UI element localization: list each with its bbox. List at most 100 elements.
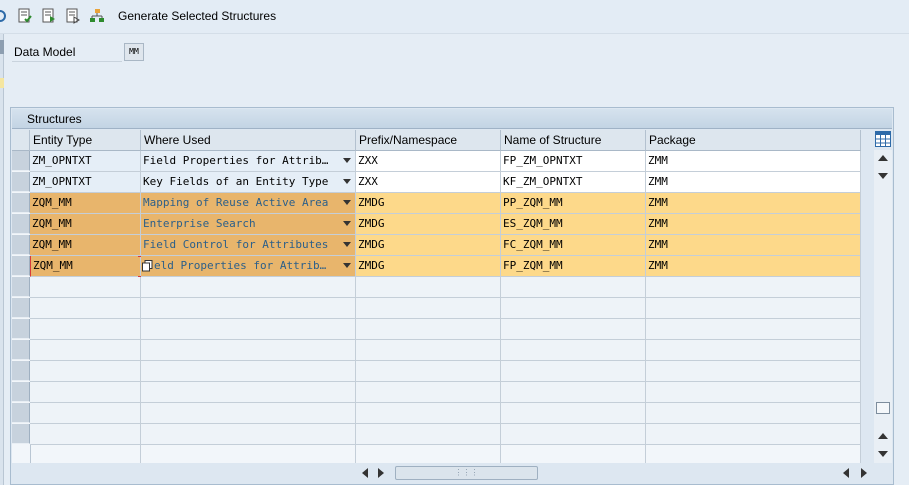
empty-cell[interactable] [646, 298, 861, 319]
row-selector[interactable] [12, 277, 30, 297]
empty-cell[interactable] [141, 361, 356, 382]
row-selector[interactable] [12, 298, 30, 318]
empty-cell[interactable] [501, 361, 646, 382]
empty-cell[interactable] [30, 319, 141, 340]
copy-icon[interactable] [142, 260, 153, 272]
row-selector[interactable] [12, 214, 30, 234]
empty-cell[interactable] [356, 340, 501, 361]
row-selector[interactable] [12, 256, 30, 276]
empty-cell[interactable] [501, 403, 646, 424]
scroll-end-right-icon[interactable] [861, 468, 867, 478]
vertical-scrollbar[interactable] [874, 150, 892, 463]
row-selector[interactable] [12, 319, 30, 339]
empty-cell[interactable] [141, 277, 356, 298]
package-cell[interactable]: ZMM [646, 172, 861, 193]
empty-cell[interactable] [646, 277, 861, 298]
entity-type-cell[interactable]: ZQM_MM [30, 214, 141, 235]
column-header-name-of-structure[interactable]: Name of Structure [501, 130, 646, 151]
scroll-page-up-icon[interactable] [878, 433, 888, 439]
empty-cell[interactable] [501, 298, 646, 319]
column-header-where-used[interactable]: Where Used [141, 130, 356, 151]
empty-cell[interactable] [356, 382, 501, 403]
entity-type-cell[interactable]: ZQM_MM [30, 193, 141, 214]
empty-cell[interactable] [141, 403, 356, 424]
hierarchy-icon[interactable] [89, 8, 105, 24]
column-header-prefix-namespace[interactable]: Prefix/Namespace [356, 130, 501, 151]
structure-name-cell[interactable]: PP_ZQM_MM [501, 193, 646, 214]
empty-cell[interactable] [356, 319, 501, 340]
prefix-cell[interactable]: ZMDG [356, 256, 501, 277]
scroll-page-down-icon[interactable] [878, 451, 888, 457]
row-selector[interactable] [12, 340, 30, 360]
row-selector[interactable] [12, 172, 30, 192]
check-document-icon[interactable] [17, 8, 33, 24]
empty-cell[interactable] [30, 277, 141, 298]
horizontal-scroll-thumb[interactable]: ⋮⋮⋮ [395, 466, 538, 480]
scroll-right-icon[interactable] [378, 468, 384, 478]
structure-name-cell[interactable]: FP_ZM_OPNTXT [501, 151, 646, 172]
empty-cell[interactable] [30, 361, 141, 382]
select-all-corner[interactable] [12, 130, 30, 151]
empty-cell[interactable] [646, 319, 861, 340]
dropdown-arrow-icon[interactable] [343, 200, 351, 205]
column-header-entity-type[interactable]: Entity Type [30, 130, 141, 151]
package-cell[interactable]: ZMM [646, 193, 861, 214]
entity-type-cell[interactable]: ZM_OPNTXT [30, 172, 141, 193]
empty-cell[interactable] [30, 403, 141, 424]
empty-cell[interactable] [141, 424, 356, 445]
package-cell[interactable]: ZMM [646, 214, 861, 235]
empty-cell[interactable] [501, 382, 646, 403]
display-document-icon[interactable] [65, 8, 81, 24]
empty-cell[interactable] [501, 319, 646, 340]
generate-selected-structures-button[interactable]: Generate Selected Structures [118, 9, 276, 23]
structure-name-cell[interactable]: KF_ZM_OPNTXT [501, 172, 646, 193]
empty-cell[interactable] [501, 277, 646, 298]
row-selector[interactable] [12, 193, 30, 213]
empty-cell[interactable] [356, 361, 501, 382]
column-header-package[interactable]: Package [646, 130, 861, 151]
entity-type-cell-focused[interactable]: ZQM_MM [30, 256, 141, 277]
package-cell[interactable]: ZMM [646, 235, 861, 256]
empty-cell[interactable] [30, 298, 141, 319]
scroll-down-icon[interactable] [878, 173, 888, 179]
prefix-cell[interactable]: ZMDG [356, 214, 501, 235]
scroll-left-icon[interactable] [362, 468, 368, 478]
where-used-dropdown[interactable]: Key Fields of an Entity Type [141, 172, 356, 193]
dropdown-arrow-icon[interactable] [343, 242, 351, 247]
empty-cell[interactable] [30, 340, 141, 361]
empty-cell[interactable] [356, 298, 501, 319]
prefix-cell[interactable]: ZMDG [356, 235, 501, 256]
dropdown-arrow-icon[interactable] [343, 179, 351, 184]
empty-cell[interactable] [30, 382, 141, 403]
row-selector[interactable] [12, 382, 30, 402]
empty-cell[interactable] [646, 424, 861, 445]
left-splitter[interactable] [0, 34, 4, 485]
dropdown-arrow-icon[interactable] [343, 158, 351, 163]
structure-name-cell[interactable]: FP_ZQM_MM [501, 256, 646, 277]
data-model-field[interactable]: MM [124, 43, 144, 61]
prefix-cell[interactable]: ZXX [356, 172, 501, 193]
refresh-icon[interactable] [0, 8, 8, 24]
empty-cell[interactable] [646, 382, 861, 403]
row-selector[interactable] [12, 235, 30, 255]
where-used-dropdown[interactable]: Enterprise Search [141, 214, 356, 235]
empty-cell[interactable] [646, 361, 861, 382]
scroll-up-icon[interactable] [878, 155, 888, 161]
empty-cell[interactable] [356, 277, 501, 298]
empty-cell[interactable] [501, 340, 646, 361]
prefix-cell[interactable]: ZMDG [356, 193, 501, 214]
empty-cell[interactable] [646, 340, 861, 361]
table-settings-icon[interactable] [875, 131, 891, 147]
entity-type-cell[interactable]: ZQM_MM [30, 235, 141, 256]
package-cell[interactable]: ZMM [646, 256, 861, 277]
structure-name-cell[interactable]: FC_ZQM_MM [501, 235, 646, 256]
where-used-dropdown[interactable]: Field Properties for Attrib… [141, 151, 356, 172]
empty-cell[interactable] [356, 403, 501, 424]
package-cell[interactable]: ZMM [646, 151, 861, 172]
empty-cell[interactable] [141, 319, 356, 340]
structure-name-cell[interactable]: ES_ZQM_MM [501, 214, 646, 235]
empty-cell[interactable] [501, 424, 646, 445]
empty-cell[interactable] [30, 424, 141, 445]
row-selector[interactable] [12, 403, 30, 423]
vertical-scroll-thumb[interactable] [876, 402, 890, 414]
